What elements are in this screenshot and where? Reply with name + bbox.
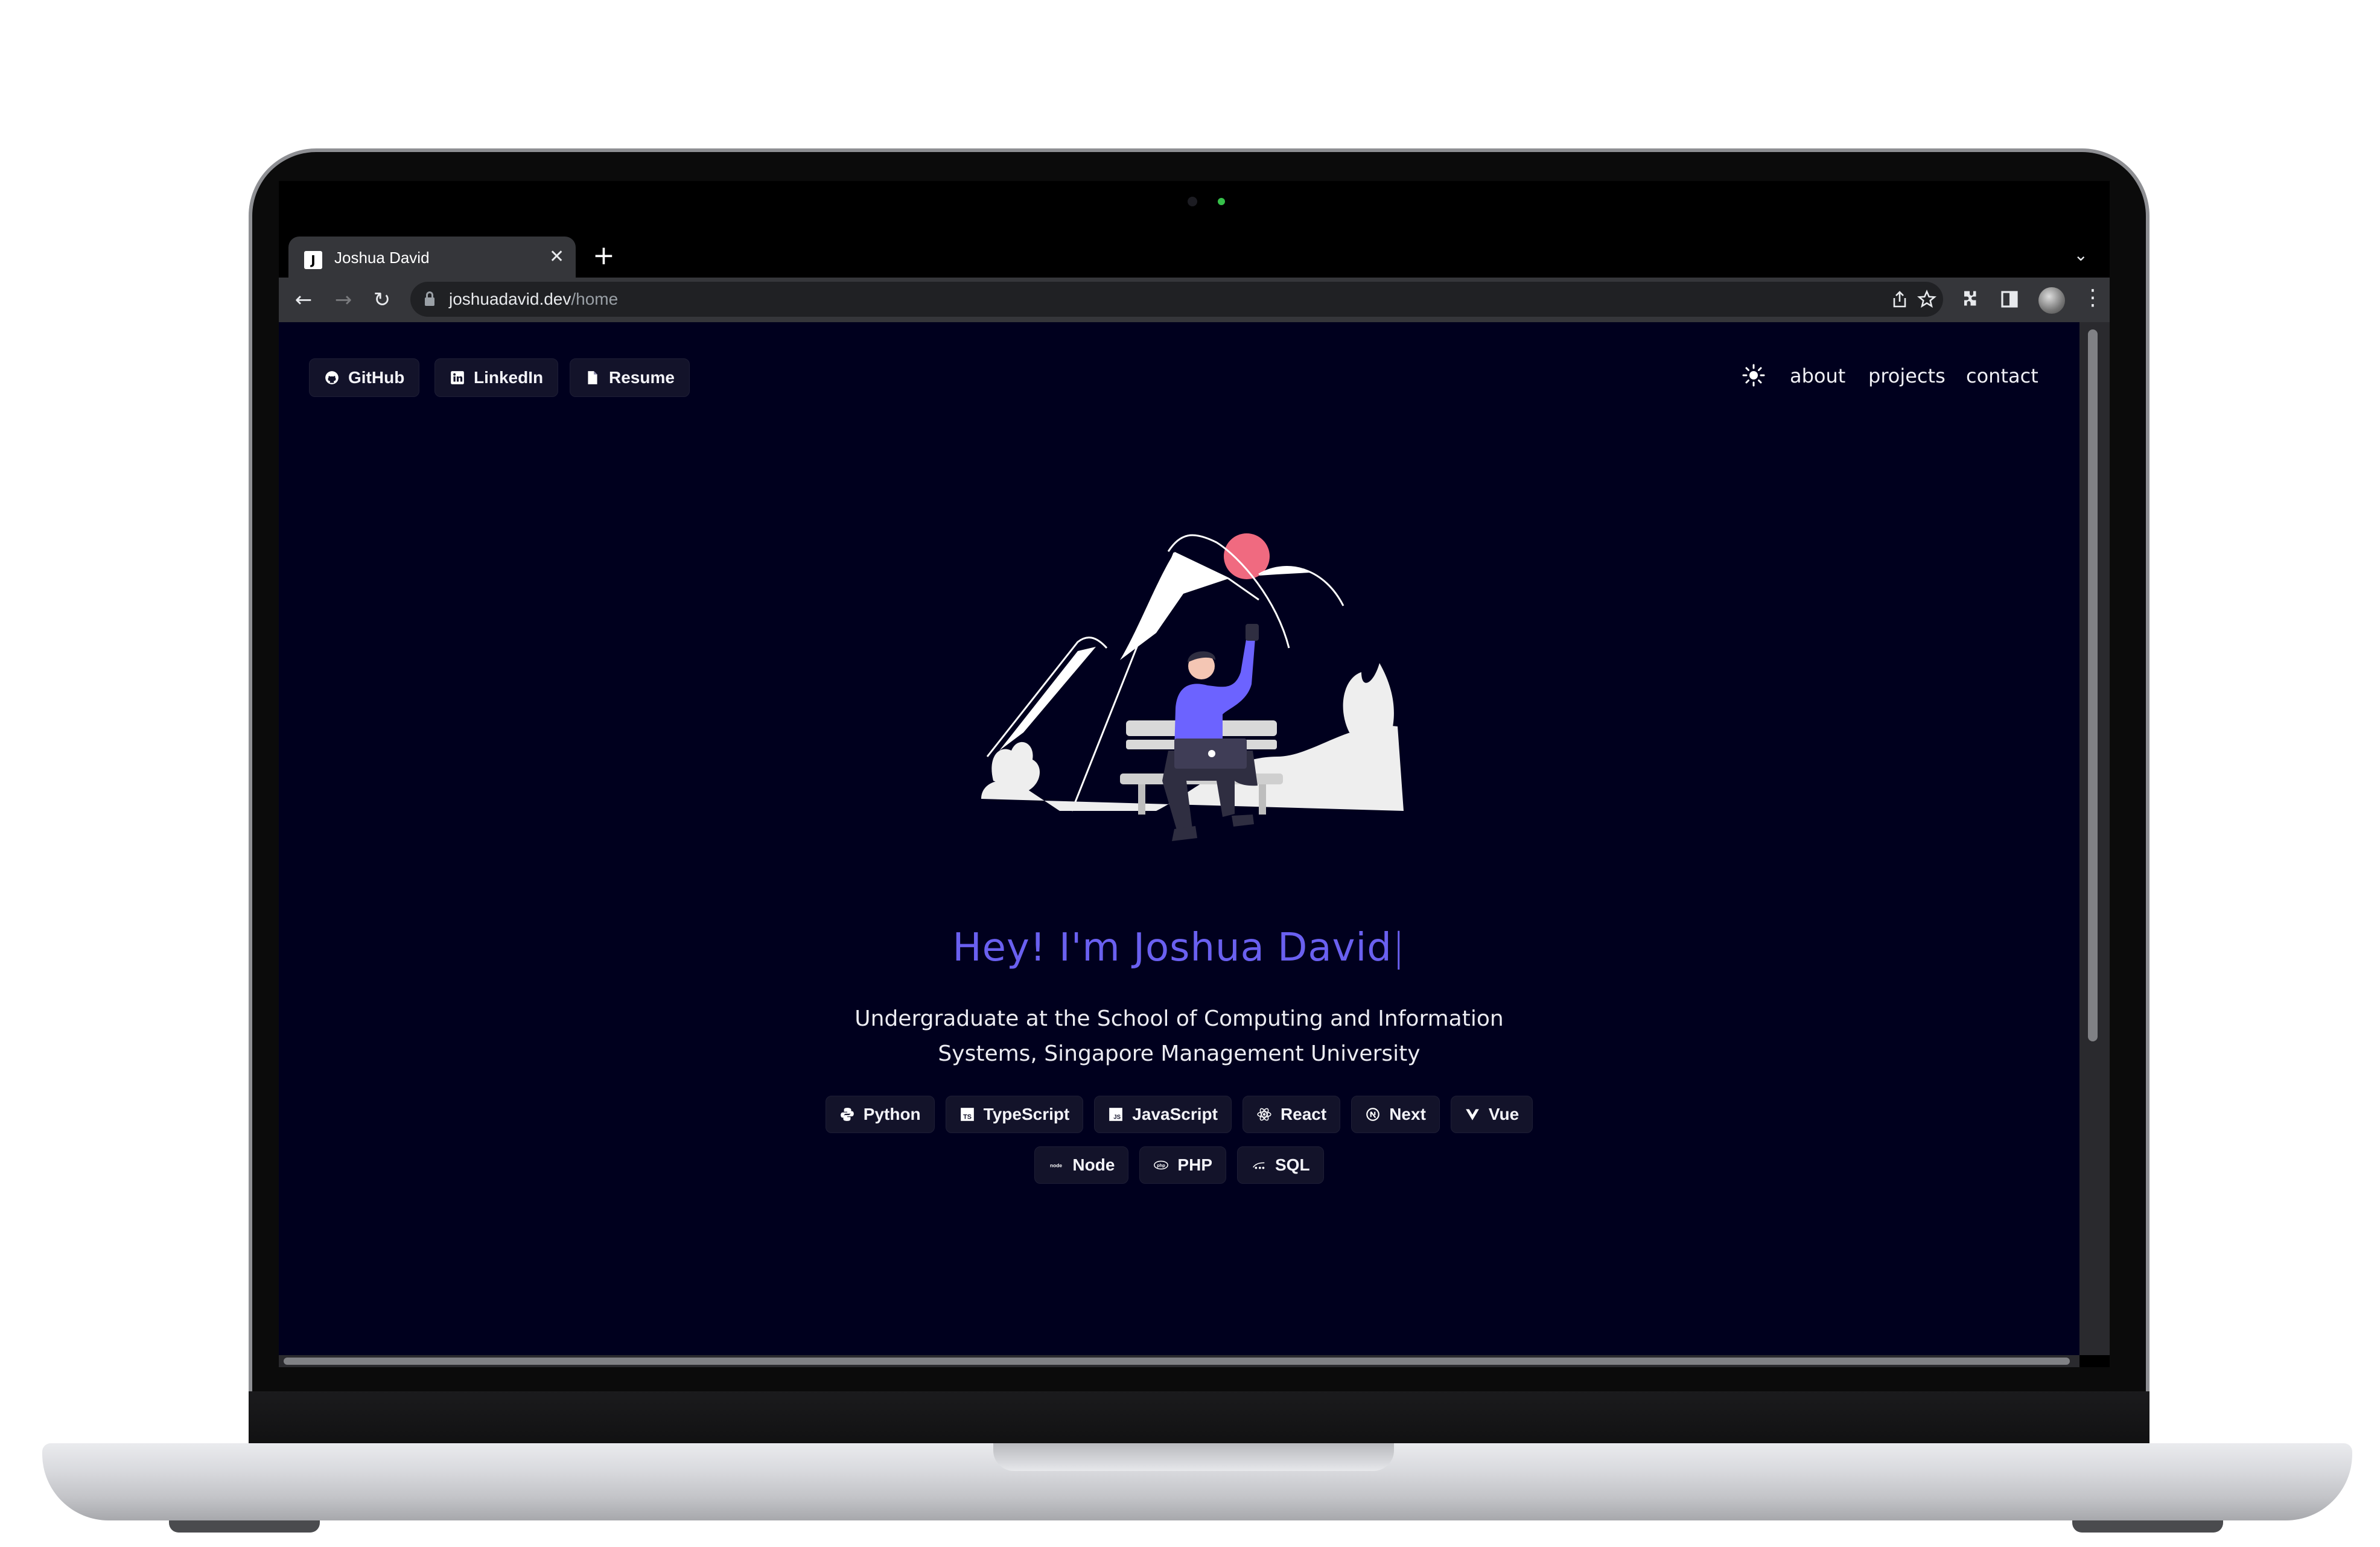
- tech-label: PHP: [1177, 1155, 1212, 1174]
- github-label: GitHub: [348, 368, 405, 387]
- tech-vue[interactable]: Vue: [1450, 1096, 1533, 1133]
- svg-text:TS: TS: [963, 1114, 972, 1121]
- svg-text:JS: JS: [1113, 1114, 1121, 1121]
- php-icon: php: [1154, 1160, 1169, 1170]
- tech-label: Vue: [1488, 1105, 1519, 1123]
- tech-sql[interactable]: SQL: [1237, 1146, 1324, 1184]
- tech-label: SQL: [1275, 1155, 1310, 1174]
- camera-lens: [1188, 197, 1197, 206]
- hero-subtitle: Undergraduate at the School of Computing…: [847, 1002, 1511, 1072]
- resume-link[interactable]: Resume: [570, 358, 690, 397]
- resume-label: Resume: [609, 368, 675, 387]
- hero-illustration: [981, 533, 1404, 841]
- nav-about[interactable]: about: [1790, 364, 1845, 387]
- typing-cursor: |: [1392, 926, 1406, 970]
- svg-text:node: node: [1050, 1163, 1062, 1169]
- tech-stack-row-1: Python TS TypeScript JS JavaScript React…: [279, 1096, 2079, 1133]
- tech-label: TypeScript: [983, 1105, 1070, 1123]
- sun-icon[interactable]: [1742, 363, 1766, 387]
- chevron-down-icon[interactable]: ⌄: [2074, 245, 2088, 265]
- react-icon: [1257, 1108, 1271, 1121]
- browser-toolbar: ← → ↻ joshuadavid.dev/home ⋮: [279, 278, 2110, 322]
- sql-icon: [1253, 1162, 1265, 1169]
- reload-icon[interactable]: ↻: [366, 284, 398, 316]
- laptop-thumb-notch: [993, 1443, 1394, 1471]
- close-icon[interactable]: ✕: [549, 245, 564, 269]
- menu-kebab-icon[interactable]: ⋮: [2082, 284, 2104, 313]
- hero-title-text: Hey! I'm Joshua David: [952, 926, 1392, 970]
- hero-title: Hey! I'm Joshua David|: [279, 926, 2079, 970]
- nav-contact[interactable]: contact: [1966, 364, 2038, 387]
- tech-label: Next: [1389, 1105, 1426, 1123]
- url-text: joshuadavid.dev/home: [449, 290, 618, 309]
- linkedin-label: LinkedIn: [474, 368, 544, 387]
- tech-label: Python: [863, 1105, 921, 1123]
- tech-label: Node: [1072, 1155, 1115, 1174]
- linkedin-link[interactable]: LinkedIn: [434, 358, 559, 397]
- nav-projects[interactable]: projects: [1868, 364, 1946, 387]
- tech-node[interactable]: node Node: [1034, 1146, 1129, 1184]
- favicon-icon: J: [304, 251, 322, 269]
- url-host: joshuadavid.dev: [449, 290, 571, 308]
- tech-stack-row-2: node Node php PHP SQL: [279, 1146, 2079, 1184]
- profile-avatar[interactable]: [2038, 287, 2065, 314]
- address-bar[interactable]: joshuadavid.dev/home: [410, 282, 1943, 317]
- forward-arrow-icon[interactable]: →: [327, 284, 360, 316]
- subtitle-line-1: Undergraduate at the School of Computing…: [854, 1006, 1504, 1031]
- vue-icon: [1466, 1109, 1479, 1120]
- tech-php[interactable]: php PHP: [1139, 1146, 1226, 1184]
- vertical-scrollbar-thumb[interactable]: [2088, 329, 2098, 1041]
- browser-window: J Joshua David ✕ + ⌄ ← → ↻ joshuadavid.d…: [279, 181, 2110, 1367]
- node-icon: node: [1050, 1163, 1062, 1169]
- browser-tab[interactable]: J Joshua David ✕: [288, 237, 576, 279]
- side-panel-icon[interactable]: [2000, 290, 2019, 309]
- typescript-icon: TS: [960, 1108, 974, 1121]
- linkedin-icon: [451, 371, 464, 384]
- javascript-icon: JS: [1109, 1108, 1123, 1121]
- extensions-icon[interactable]: [1959, 288, 1981, 310]
- laptop-foot-right: [2072, 1520, 2223, 1533]
- tech-react[interactable]: React: [1242, 1096, 1341, 1133]
- github-icon: [325, 371, 339, 384]
- tech-label: JavaScript: [1132, 1105, 1218, 1123]
- svg-text:php: php: [1157, 1163, 1166, 1168]
- document-icon: [588, 371, 597, 384]
- nextjs-icon: [1366, 1108, 1380, 1121]
- python-icon: [840, 1108, 854, 1121]
- tech-javascript[interactable]: JS JavaScript: [1094, 1096, 1232, 1133]
- back-arrow-icon[interactable]: ←: [287, 284, 320, 316]
- share-icon[interactable]: [1891, 290, 1908, 308]
- tech-label: React: [1280, 1105, 1327, 1123]
- camera-indicator-light: [1218, 198, 1225, 205]
- vertical-scrollbar[interactable]: [2079, 322, 2110, 1355]
- star-icon[interactable]: [1917, 289, 1937, 310]
- url-path: /home: [571, 290, 619, 308]
- laptop-hinge: [249, 1391, 2149, 1444]
- tech-next[interactable]: Next: [1351, 1096, 1440, 1133]
- laptop-foot-left: [169, 1520, 320, 1533]
- tech-python[interactable]: Python: [825, 1096, 935, 1133]
- subtitle-line-2: Systems, Singapore Management University: [938, 1041, 1421, 1066]
- github-link[interactable]: GitHub: [309, 358, 420, 397]
- horizontal-scrollbar-thumb[interactable]: [284, 1358, 2070, 1365]
- tab-title: Joshua David: [334, 249, 430, 267]
- horizontal-scrollbar[interactable]: [279, 1355, 2079, 1367]
- tech-typescript[interactable]: TS TypeScript: [945, 1096, 1084, 1133]
- web-page: GitHub LinkedIn Resume about projects co…: [279, 322, 2079, 1355]
- lock-icon: [425, 291, 434, 307]
- new-tab-button[interactable]: +: [593, 240, 615, 272]
- camera-notch: [1085, 181, 1311, 221]
